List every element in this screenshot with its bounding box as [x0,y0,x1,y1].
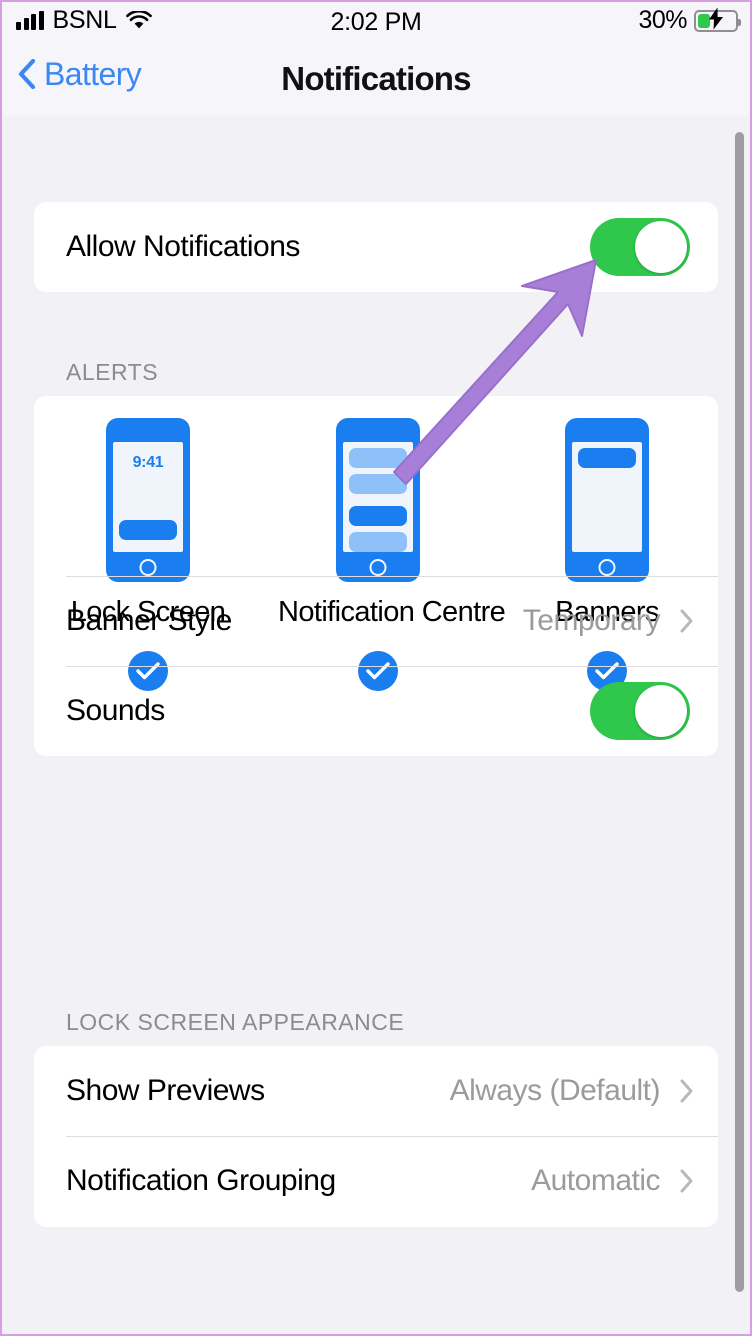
show-previews-label: Show Previews [66,1074,265,1107]
lock-screen-clock-label: 9:41 [132,454,164,471]
settings-scroll-view[interactable]: Allow Notifications ALERTS 9:41 Lock Scr… [2,116,750,1334]
notification-grouping-label: Notification Grouping [66,1164,336,1197]
notification-grouping-value: Automatic [531,1164,660,1197]
battery-icon [694,7,741,34]
banner-style-row[interactable]: Banner Style Temporary [34,576,718,666]
battery-percentage-label: 30% [638,6,687,34]
navigation-bar: Battery Notifications [2,46,750,116]
chevron-right-icon [680,1079,694,1103]
vertical-scrollbar[interactable] [735,132,744,1292]
status-bar-right: 30% [638,6,741,34]
chevron-right-icon [680,1169,694,1193]
alerts-section-header: ALERTS [66,359,159,385]
lock-screen-phone-icon: 9:41 [106,418,190,582]
lock-screen-appearance-section-header: LOCK SCREEN APPEARANCE [66,1009,405,1035]
allow-notifications-row[interactable]: Allow Notifications [34,202,718,292]
banners-phone-icon [565,418,649,582]
lock-screen-appearance-card: Show Previews Always (Default) Notificat… [34,1046,718,1227]
sounds-label: Sounds [66,694,165,727]
page-title: Notifications [281,60,471,97]
chevron-right-icon [680,609,694,633]
allow-notifications-toggle[interactable] [590,218,690,276]
allow-notifications-card: Allow Notifications [34,202,718,292]
charging-bolt-icon [708,7,724,34]
show-previews-row[interactable]: Show Previews Always (Default) [34,1046,718,1136]
banner-style-label: Banner Style [66,604,232,637]
notification-grouping-row[interactable]: Notification Grouping Automatic [34,1136,718,1226]
show-previews-value: Always (Default) [449,1074,661,1107]
alerts-card: 9:41 Lock Screen Notification Centre Ban… [34,396,718,756]
notification-centre-phone-icon [336,418,420,582]
iphone-screenshot: BSNL 2:02 PM 30% Battery Notifications A… [0,0,752,1336]
allow-notifications-label: Allow Notifications [66,230,300,263]
sounds-row[interactable]: Sounds [34,666,718,756]
sounds-toggle[interactable] [590,682,690,740]
status-bar: BSNL 2:02 PM 30% [2,2,750,46]
banner-style-value: Temporary [522,604,661,637]
